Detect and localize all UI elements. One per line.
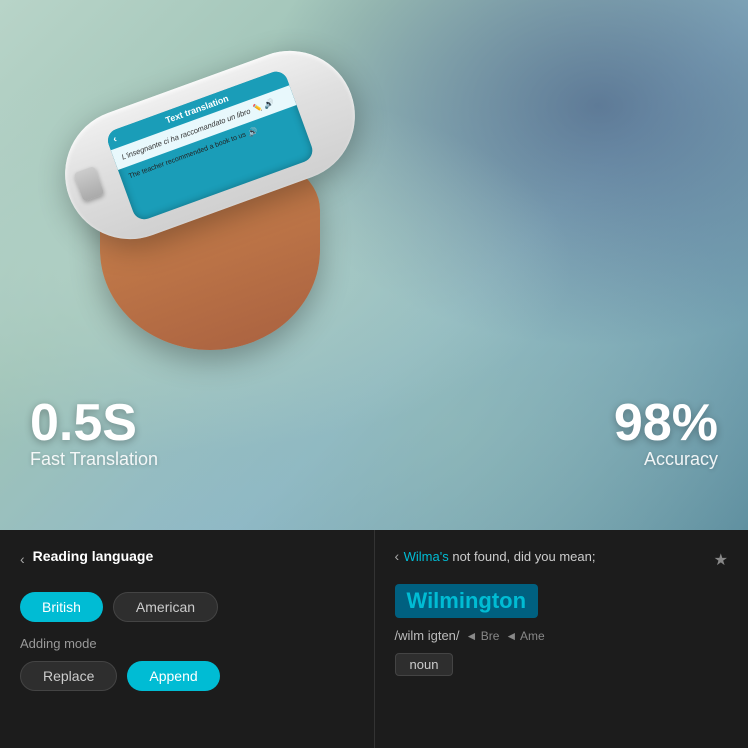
stat-right-number: 98% (614, 397, 718, 449)
dictionary-panel: ‹ Wilma's not found, did you mean; ★ Wil… (375, 530, 748, 748)
stat-left-number: 0.5S (30, 397, 158, 449)
stat-right-text: Accuracy (614, 449, 718, 470)
reading-language-panel: ‹ Reading language British American Addi… (0, 530, 375, 748)
star-icon[interactable]: ★ (714, 550, 728, 570)
phonetic-text: /wilm igten/ (395, 628, 460, 643)
main-word: Wilmington (395, 584, 539, 618)
word-type-badge: noun (395, 653, 454, 676)
panel-right-not-found: Wilma's not found, did you mean; (404, 549, 596, 564)
not-found-text: not found, did you mean; (452, 549, 595, 564)
speaker-icon-1: ✏️ 🔊 (251, 98, 275, 114)
stat-left-text: Fast Translation (30, 449, 158, 470)
ame-speaker[interactable]: ◄ Ame (505, 629, 544, 643)
stat-left: 0.5S Fast Translation (30, 397, 158, 470)
highlight-word: Wilma's (404, 549, 449, 564)
british-button[interactable]: British (20, 592, 103, 622)
mode-buttons: Replace Append (20, 661, 354, 691)
device-button (73, 166, 104, 202)
language-buttons: British American (20, 592, 354, 622)
panel-right-title-row: ‹ Wilma's not found, did you mean; (395, 548, 596, 572)
hero-section: ‹ Text translation L'insegnante ci ha ra… (0, 0, 748, 530)
stat-right: 98% Accuracy (614, 397, 718, 470)
adding-mode-label: Adding mode (20, 636, 354, 651)
panel-left-header: ‹ Reading language (20, 548, 354, 578)
panel-left-back-icon[interactable]: ‹ (20, 551, 25, 567)
bre-speaker[interactable]: ◄ Bre (466, 629, 500, 643)
replace-button[interactable]: Replace (20, 661, 117, 691)
screen-back-icon: ‹ (112, 134, 119, 145)
phonetic-row: /wilm igten/ ◄ Bre ◄ Ame (395, 628, 729, 643)
panel-left-title: Reading language (33, 548, 154, 564)
panel-right-header: ‹ Wilma's not found, did you mean; ★ (395, 548, 729, 572)
append-button[interactable]: Append (127, 661, 219, 691)
bottom-panels: ‹ Reading language British American Addi… (0, 530, 748, 748)
speaker-icon-2: 🔊 (247, 126, 259, 138)
american-button[interactable]: American (113, 592, 218, 622)
panel-right-back-icon[interactable]: ‹ (395, 548, 400, 564)
